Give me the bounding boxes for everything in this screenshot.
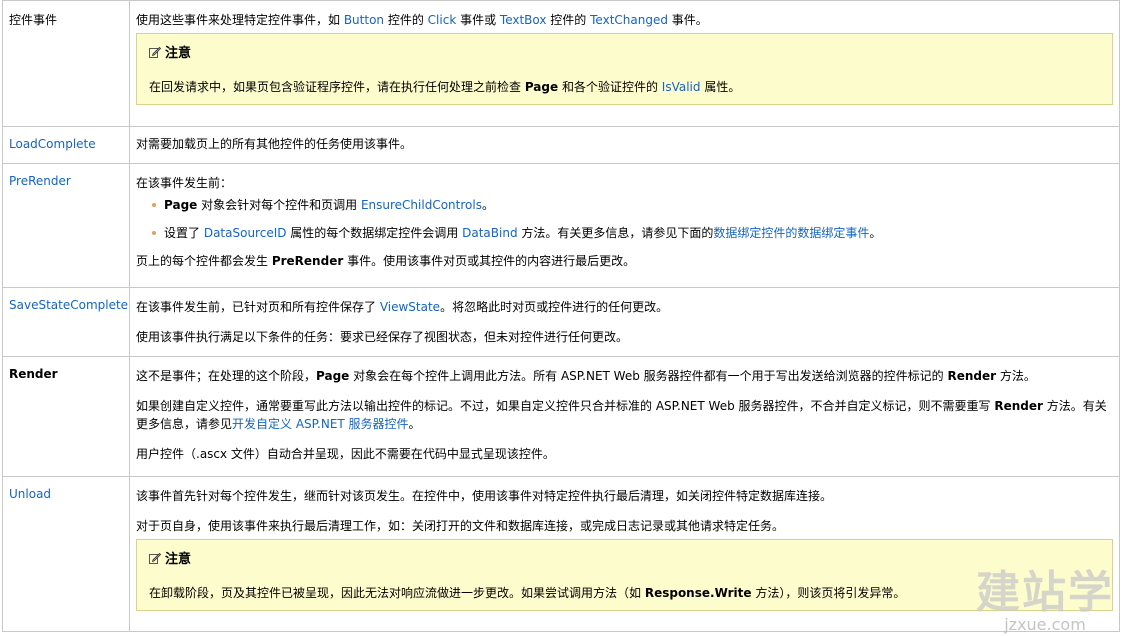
link-click[interactable]: Click (428, 13, 457, 27)
note-title: 注意 (165, 552, 192, 567)
description-paragraph: 用户控件（.ascx 文件）自动合并呈现，因此不需要在代码中显式呈现该控件。 (136, 447, 555, 461)
text-run: 。 (408, 417, 421, 431)
bold-term: Page (524, 80, 559, 94)
description-paragraph: 对于页自身，使用该事件来执行最后清理工作，如：关闭打开的文件和数据库连接，或完成… (136, 519, 785, 533)
table-row: SaveStateComplete 在该事件发生前，已针对页和所有控件保存了 V… (2, 287, 1120, 357)
text-run: 如果创建自定义控件，通常要重写此方法以输出控件的标记。不过，如果自定义控件只合并… (136, 399, 995, 413)
event-description-cell: 使用这些事件来处理特定控件事件，如 Button 控件的 Click 事件或 T… (129, 0, 1120, 127)
link-viewstate[interactable]: ViewState (380, 300, 440, 314)
pencil-note-icon (149, 46, 161, 58)
table-row: Unload 该事件首先针对每个控件发生，继而针对该页发生。在控件中，使用该事件… (2, 476, 1120, 632)
table-row: 控件事件 使用这些事件来处理特定控件事件，如 Button 控件的 Click … (2, 0, 1120, 127)
text-run: 设置了 (164, 226, 204, 240)
description-paragraph: 如果创建自定义控件，通常要重写此方法以输出控件的标记。不过，如果自定义控件只合并… (136, 397, 1113, 433)
text-run: 事件。 (667, 13, 708, 27)
bold-term: Render (947, 369, 997, 383)
description-paragraph: 在该事件发生前，已针对页和所有控件保存了 ViewState。将忽略此时对页或控… (136, 298, 1113, 316)
event-name-cell: Render (2, 356, 130, 477)
description-paragraph: 页上的每个控件都会发生 PreRender 事件。使用该事件对页或其控件的内容进… (136, 252, 1113, 270)
note-heading: 注意 (149, 44, 1100, 64)
text-run: 对象会针对每个控件和页调用 (197, 198, 361, 212)
text-run: 在该事件发生前，已针对页和所有控件保存了 (136, 300, 380, 314)
bullet-dot-icon (152, 231, 156, 235)
text-run: 方法。有关更多信息，请参见下面的 (517, 226, 714, 240)
note-title: 注意 (165, 46, 192, 61)
text-run: 控件的 (384, 13, 428, 27)
text-run: 事件或 (456, 13, 500, 27)
note-text: 在卸载阶段，页及其控件已被呈现，因此无法对响应流做进一步更改。如果尝试调用方法（… (149, 584, 1100, 602)
bold-term: Page (164, 198, 198, 212)
text-run: 对象会在每个控件上调用此方法。所有 ASP.NET Web 服务器控件都有一个用… (349, 369, 948, 383)
bold-term: PreRender (271, 254, 344, 268)
link-ensurechildcontrols[interactable]: EnsureChildControls (361, 198, 482, 212)
note-text: 在回发请求中，如果页包含验证程序控件，请在执行任何处理之前检查 Page 和各个… (149, 78, 1100, 96)
link-button[interactable]: Button (344, 13, 384, 27)
description-paragraph: 该事件首先针对每个控件发生，继而针对该页发生。在控件中，使用该事件对特定控件执行… (136, 489, 833, 503)
description-paragraph: 对需要加载页上的所有其他控件的任务使用该事件。 (136, 137, 413, 151)
list-item: Page 对象会针对每个控件和页调用 EnsureChildControls。 (152, 196, 1113, 214)
note-box: 注意 在回发请求中，如果页包含验证程序控件，请在执行任何处理之前检查 Page … (136, 33, 1113, 105)
event-description-cell: 该事件首先针对每个控件发生，继而针对该页发生。在控件中，使用该事件对特定控件执行… (129, 476, 1120, 632)
bold-term: Render (994, 399, 1043, 413)
text-run: 使用这些事件来处理特定控件事件，如 (136, 13, 344, 27)
note-box: 注意 在卸载阶段，页及其控件已被呈现，因此无法对响应流做进一步更改。如果尝试调用… (136, 539, 1113, 611)
event-name-link[interactable]: Unload (9, 487, 51, 501)
event-name-cell: Unload (2, 476, 130, 632)
event-name-cell: 控件事件 (2, 0, 130, 127)
text-run: 控件的 (546, 13, 591, 27)
description-paragraph: 在该事件发生前： (136, 176, 233, 190)
link-datasourceid[interactable]: DataSourceID (204, 226, 287, 240)
link-textchanged[interactable]: TextChanged (590, 13, 668, 27)
table-row: Render 这不是事件；在处理的这个阶段，Page 对象会在每个控件上调用此方… (2, 356, 1120, 477)
event-name-link[interactable]: PreRender (9, 174, 71, 188)
page-events-table: 控件事件 使用这些事件来处理特定控件事件，如 Button 控件的 Click … (2, 0, 1120, 632)
text-run: 这不是事件；在处理的这个阶段， (136, 369, 317, 383)
table-row: PreRender 在该事件发生前： Page 对象会针对每个控件和页调用 En… (2, 163, 1120, 288)
event-description-cell: 这不是事件；在处理的这个阶段，Page 对象会在每个控件上调用此方法。所有 AS… (129, 356, 1120, 477)
text-run: 在回发请求中，如果页包含验证程序控件，请在执行任何处理之前检查 (149, 80, 525, 94)
description-paragraph: 使用该事件执行满足以下条件的任务：要求已经保存了视图状态，但未对控件进行任何更改… (136, 330, 629, 344)
event-name-link[interactable]: SaveStateComplete (9, 298, 128, 312)
event-description-cell: 对需要加载页上的所有其他控件的任务使用该事件。 (129, 126, 1120, 164)
description-paragraph: 这不是事件；在处理的这个阶段，Page 对象会在每个控件上调用此方法。所有 AS… (136, 367, 1113, 385)
text-run: 方法），则该页将引发异常。 (751, 586, 906, 600)
list-item: 设置了 DataSourceID 属性的每个数据绑定控件会调用 DataBind… (152, 224, 1113, 242)
link-databind[interactable]: DataBind (462, 226, 517, 240)
text-run: 。 (869, 226, 882, 240)
text-run: 页上的每个控件都会发生 (136, 254, 272, 268)
event-name-cell: SaveStateComplete (2, 287, 130, 357)
text-run: 方法。 (996, 369, 1036, 383)
text-run: 。将忽略此时对页或控件进行的任何更改。 (440, 300, 669, 314)
event-name-link[interactable]: LoadComplete (9, 137, 96, 151)
link-custom-server-controls[interactable]: 开发自定义 ASP.NET 服务器控件 (232, 417, 409, 431)
text-run: 属性。 (700, 80, 741, 94)
event-name: 控件事件 (9, 13, 58, 27)
text-run: 和各个验证控件的 (558, 80, 662, 94)
bullet-list: Page 对象会针对每个控件和页调用 EnsureChildControls。 … (136, 196, 1113, 242)
text-run: 事件。使用该事件对页或其控件的内容进行最后更改。 (343, 254, 636, 268)
note-heading: 注意 (149, 550, 1100, 570)
bold-term: Page (316, 369, 350, 383)
bold-term: Response.Write (644, 586, 752, 600)
table-row: LoadComplete 对需要加载页上的所有其他控件的任务使用该事件。 (2, 126, 1120, 164)
bullet-dot-icon (152, 203, 156, 207)
event-name-cell: LoadComplete (2, 126, 130, 164)
description-paragraph: 使用这些事件来处理特定控件事件，如 Button 控件的 Click 事件或 T… (136, 11, 1113, 29)
event-description-cell: 在该事件发生前： Page 对象会针对每个控件和页调用 EnsureChildC… (129, 163, 1120, 288)
text-run: 在卸载阶段，页及其控件已被呈现，因此无法对响应流做进一步更改。如果尝试调用方法（… (149, 586, 645, 600)
text-run: 。 (481, 198, 494, 212)
link-databinding-events[interactable]: 数据绑定控件的数据绑定事件 (713, 226, 869, 240)
event-description-cell: 在该事件发生前，已针对页和所有控件保存了 ViewState。将忽略此时对页或控… (129, 287, 1120, 357)
text-run: 属性的每个数据绑定控件会调用 (286, 226, 463, 240)
link-textbox[interactable]: TextBox (500, 13, 547, 27)
event-name: Render (9, 367, 58, 381)
pencil-note-icon (149, 552, 161, 564)
link-isvalid[interactable]: IsValid (662, 80, 701, 94)
event-name-cell: PreRender (2, 163, 130, 288)
